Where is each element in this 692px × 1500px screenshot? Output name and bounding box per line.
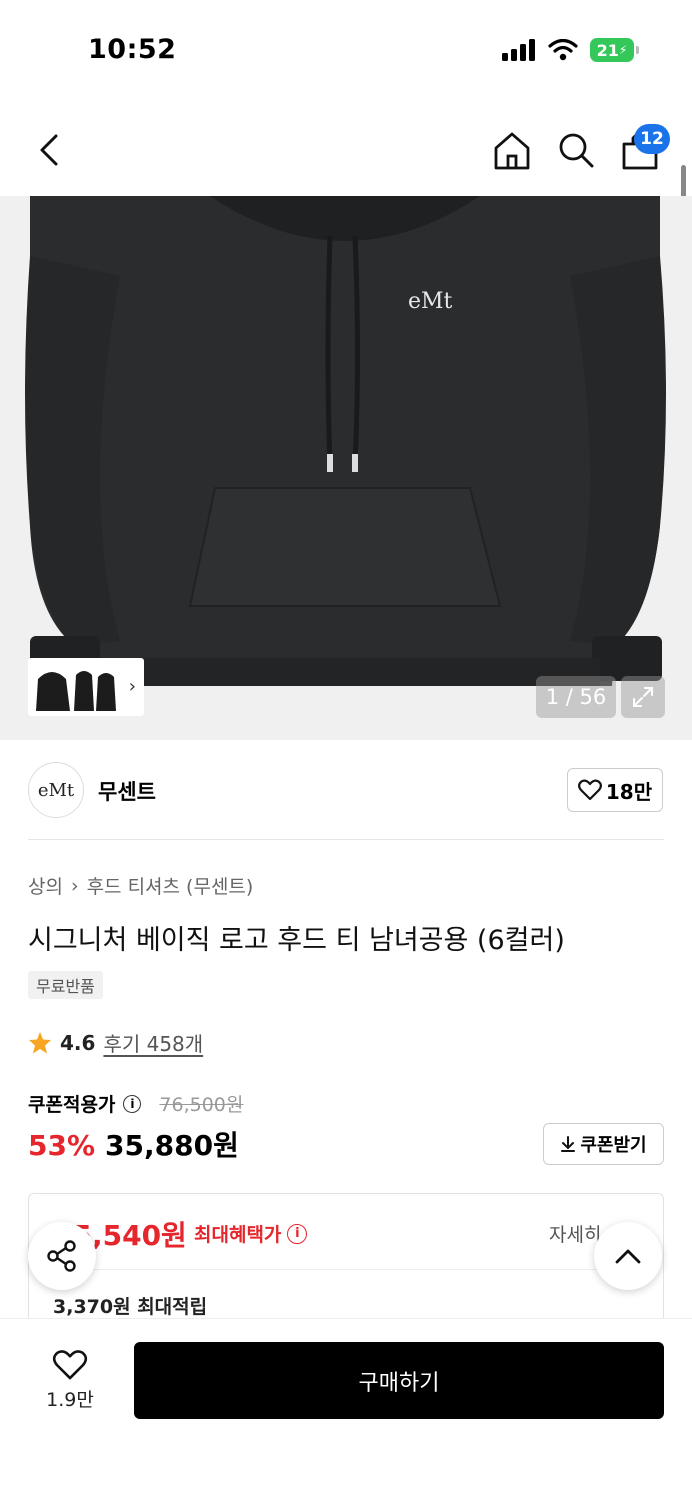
cart-badge: 12 (634, 124, 670, 154)
chevron-right-icon: › (70, 874, 79, 897)
free-return-badge: 무료반품 (28, 971, 103, 999)
breadcrumb-category[interactable]: 상의 (28, 872, 63, 899)
detail-link[interactable]: 자세히 (549, 1220, 601, 1247)
battery-icon: 21 ⚡ (590, 38, 639, 62)
breadcrumb: 상의 › 후드 티셔츠 (무센트) (28, 872, 253, 899)
hoodie-logo: eMt (408, 289, 453, 314)
divider (53, 1269, 641, 1270)
price-row: 53% 35,880원 (28, 1124, 239, 1164)
benefit-card: 35,540원 최대혜택가 i 자세히 3,370원 최대적립 (28, 1193, 664, 1333)
star-icon (29, 1031, 51, 1053)
share-button[interactable] (28, 1222, 96, 1290)
rating-row: 4.6 후기 458개 (28, 1028, 203, 1057)
brand-logo[interactable]: eMt (28, 762, 84, 818)
thumbnail-strip[interactable]: › (28, 658, 144, 716)
brand-name[interactable]: 무센트 (98, 776, 156, 806)
discount-rate: 53% (28, 1129, 96, 1162)
max-benefit-label-row: 최대혜택가 i (194, 1220, 308, 1247)
brand-like-button[interactable]: 18만 (567, 768, 663, 812)
expand-icon (633, 687, 653, 707)
wish-button[interactable]: 1.9만 (30, 1344, 110, 1416)
thumbnail-image (32, 661, 118, 713)
image-counter: 1 / 56 (536, 676, 616, 718)
final-price: 35,880원 (105, 1129, 239, 1162)
chevron-right-icon: › (128, 676, 136, 697)
info-icon[interactable]: i (123, 1094, 142, 1113)
brand-like-count: 18만 (605, 779, 653, 804)
coupon-price-label: 쿠폰적용가 (28, 1094, 116, 1116)
chevron-up-icon (615, 1249, 641, 1264)
home-icon[interactable] (490, 128, 534, 172)
review-link[interactable]: 후기 458개 (103, 1028, 203, 1057)
download-icon (561, 1136, 576, 1152)
status-icons: 21 ⚡ (502, 38, 639, 62)
back-icon[interactable] (30, 128, 70, 172)
buy-button[interactable]: 구매하기 (134, 1342, 664, 1419)
heart-icon (52, 1349, 88, 1379)
battery-level: 21 (596, 40, 619, 60)
max-benefit-label: 최대혜택가 (194, 1224, 282, 1246)
expand-button[interactable] (621, 676, 665, 718)
heart-icon (577, 779, 602, 801)
coupon-button-label: 쿠폰받기 (580, 1135, 647, 1156)
coupon-price-label-row: 쿠폰적용가 i 76,500원 (28, 1090, 243, 1117)
product-title: 시그니처 베이직 로고 후드 티 남녀공용 (6컬러) (28, 925, 565, 956)
scroll-top-button[interactable] (594, 1222, 662, 1290)
status-time: 10:52 (88, 34, 177, 65)
info-icon[interactable]: i (287, 1223, 308, 1244)
wifi-icon (548, 39, 578, 61)
rating-value: 4.6 (60, 1030, 96, 1055)
breadcrumb-subcategory[interactable]: 후드 티셔츠 (무센트) (87, 872, 254, 899)
signal-icon (502, 39, 535, 61)
search-icon[interactable] (554, 128, 598, 172)
top-nav (0, 100, 692, 196)
share-icon (47, 1240, 76, 1272)
max-points: 3,370원 최대적립 (53, 1296, 208, 1318)
divider (28, 839, 664, 840)
status-bar: 10:52 21 ⚡ (0, 0, 692, 100)
wish-count: 1.9만 (46, 1388, 94, 1411)
coupon-download-button[interactable]: 쿠폰받기 (543, 1123, 664, 1165)
original-price: 76,500원 (159, 1094, 244, 1116)
